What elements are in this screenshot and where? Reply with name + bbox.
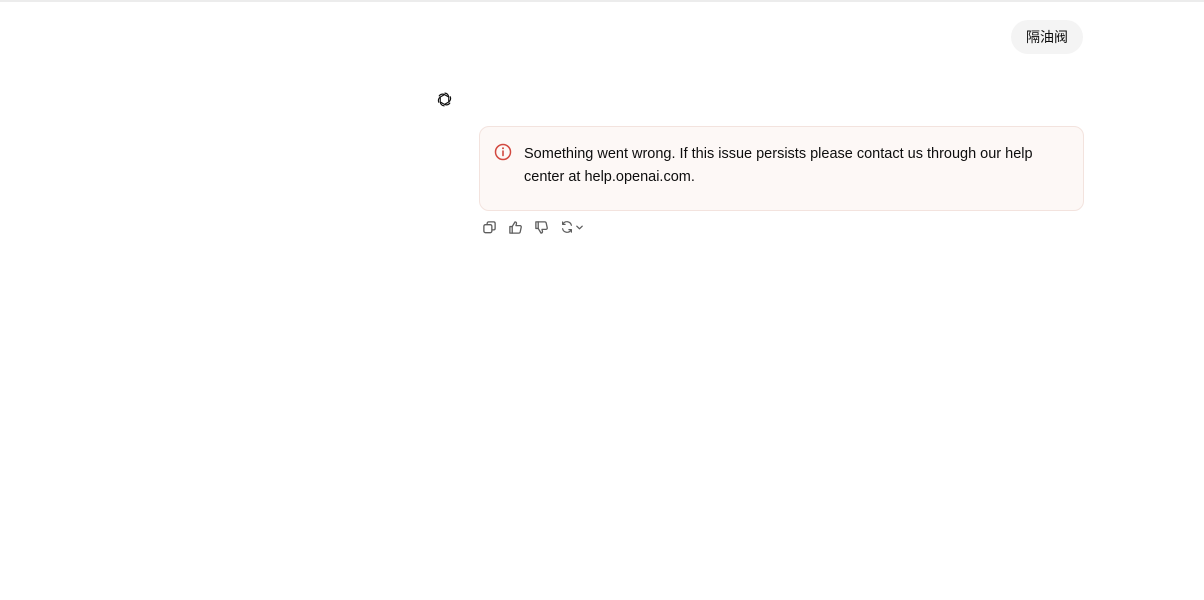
regenerate-button[interactable] [557, 217, 587, 237]
regenerate-icon [560, 220, 574, 234]
message-actions [479, 217, 587, 237]
thumbs-up-button[interactable] [505, 217, 525, 237]
thumbs-up-icon [508, 220, 523, 235]
top-divider [0, 0, 1204, 2]
error-message-box: Something went wrong. If this issue pers… [479, 126, 1084, 211]
copy-icon [482, 220, 497, 235]
user-message-text: 隔油阀 [1026, 29, 1068, 45]
chevron-down-icon [575, 223, 584, 232]
thumbs-down-icon [534, 220, 549, 235]
error-message-text: Something went wrong. If this issue pers… [524, 146, 1033, 185]
user-message-bubble: 隔油阀 [1011, 20, 1083, 54]
copy-button[interactable] [479, 217, 499, 237]
alert-circle-icon [494, 143, 512, 161]
thumbs-down-button[interactable] [531, 217, 551, 237]
openai-logo-icon [435, 90, 454, 109]
